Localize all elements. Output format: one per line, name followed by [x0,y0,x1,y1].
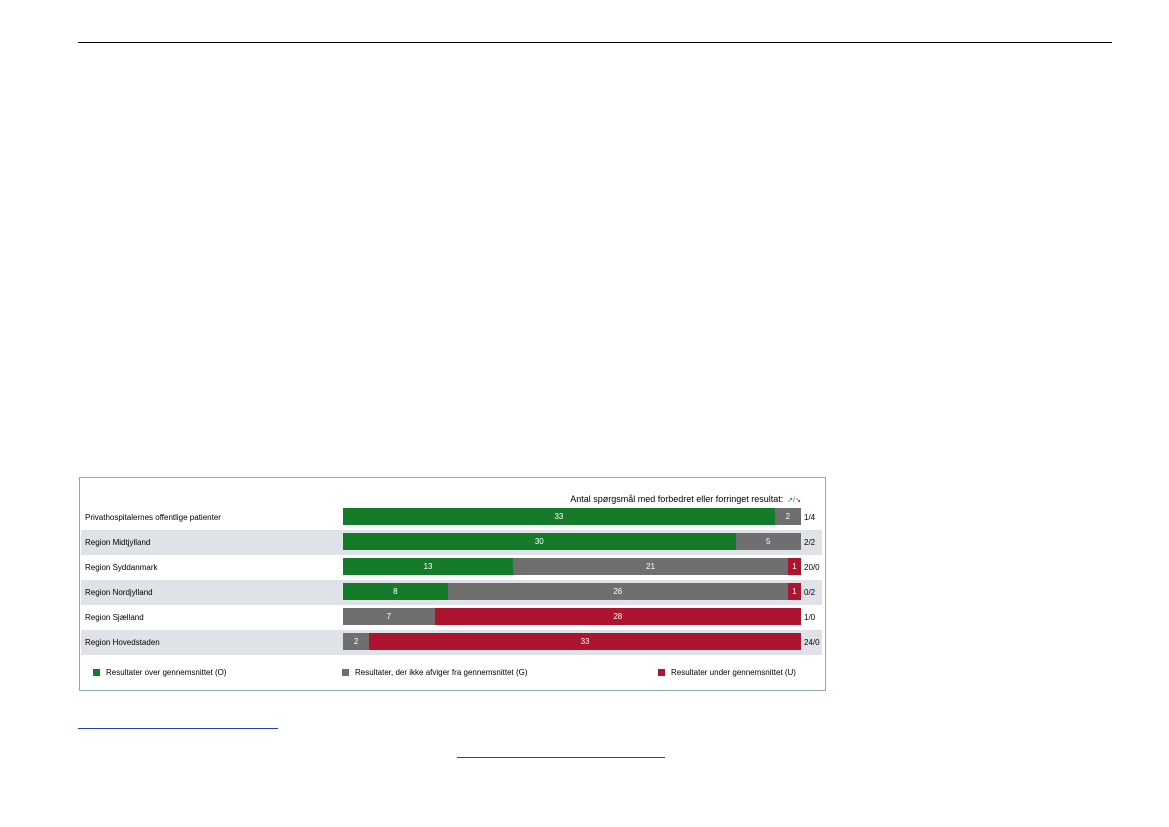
trend-ratio-label: 2/2 [804,538,816,547]
legend-swatch [658,668,665,676]
bar-track: 33 2 [343,508,801,525]
legend-swatch [342,668,349,676]
trend-ratio-label: 1/0 [804,613,816,622]
bar-segment-g: 21 [513,558,788,575]
bar-track: 13 21 1 [343,558,801,575]
chart-header-text: Antal spørgsmål med forbedret eller forr… [570,494,784,504]
legend-item-g: Resultater, der ikke afviger fra gennems… [342,666,528,678]
chart-row: Region Nordjylland 8 26 1 0/2 [81,580,822,605]
results-chart: Antal spørgsmål med forbedret eller forr… [79,477,826,691]
chart-row: Privathospitalernes offentlige patienter… [81,505,822,530]
bar-segment-u: 1 [787,558,801,575]
legend-swatch [93,668,100,676]
bar-track: 8 26 1 [343,583,801,600]
chart-row: Region Hovedstaden 2 33 24/0 [81,630,822,655]
bar-track: 2 33 [343,633,801,650]
header-rule [78,42,1112,43]
bar-segment-g: 26 [447,583,788,600]
chart-header: Antal spørgsmål med forbedret eller forr… [570,494,801,504]
category-label: Region Nordjylland [85,588,153,597]
category-label: Region Sjælland [85,613,144,622]
source-link-underline[interactable] [457,757,665,758]
bar-segment-g: 7 [343,608,435,625]
trend-ratio-label: 24/0 [804,638,820,647]
bar-segment-u: 1 [787,583,801,600]
legend-item-o: Resultater over gennemsnittet (O) [93,666,227,678]
bar-track: 30 5 [343,533,801,550]
category-label: Region Syddanmark [85,563,158,572]
chart-row: Region Midtjylland 30 5 2/2 [81,530,822,555]
bar-segment-o: 30 [343,533,736,550]
bar-segment-g: 2 [774,508,801,525]
legend-label: Resultater, der ikke afviger fra gennems… [355,667,528,677]
bar-segment-o: 33 [343,508,775,525]
trend-arrows: ↗/↘ [787,497,801,504]
legend-label: Resultater over gennemsnittet (O) [106,667,227,677]
footnote-link-underline[interactable] [78,728,278,729]
trend-ratio-label: 20/0 [804,563,820,572]
chart-row: Region Syddanmark 13 21 1 20/0 [81,555,822,580]
category-label: Region Hovedstaden [85,638,160,647]
bar-segment-u: 28 [434,608,801,625]
bar-segment-u: 33 [369,633,801,650]
chart-row: Region Sjælland 7 28 1/0 [81,605,822,630]
bar-segment-o: 13 [343,558,514,575]
bar-track: 7 28 [343,608,801,625]
legend-label: Resultater under gennemsnittet (U) [671,667,796,677]
trend-ratio-label: 1/4 [804,513,816,522]
category-label: Region Midtjylland [85,538,151,547]
trend-down-icon: ↘ [795,497,801,504]
bar-segment-g: 5 [735,533,801,550]
trend-ratio-label: 0/2 [804,588,816,597]
bar-segment-g: 2 [343,633,370,650]
category-label: Privathospitalernes offentlige patienter [85,513,221,522]
bar-segment-o: 8 [343,583,448,600]
legend-item-u: Resultater under gennemsnittet (U) [658,666,796,678]
